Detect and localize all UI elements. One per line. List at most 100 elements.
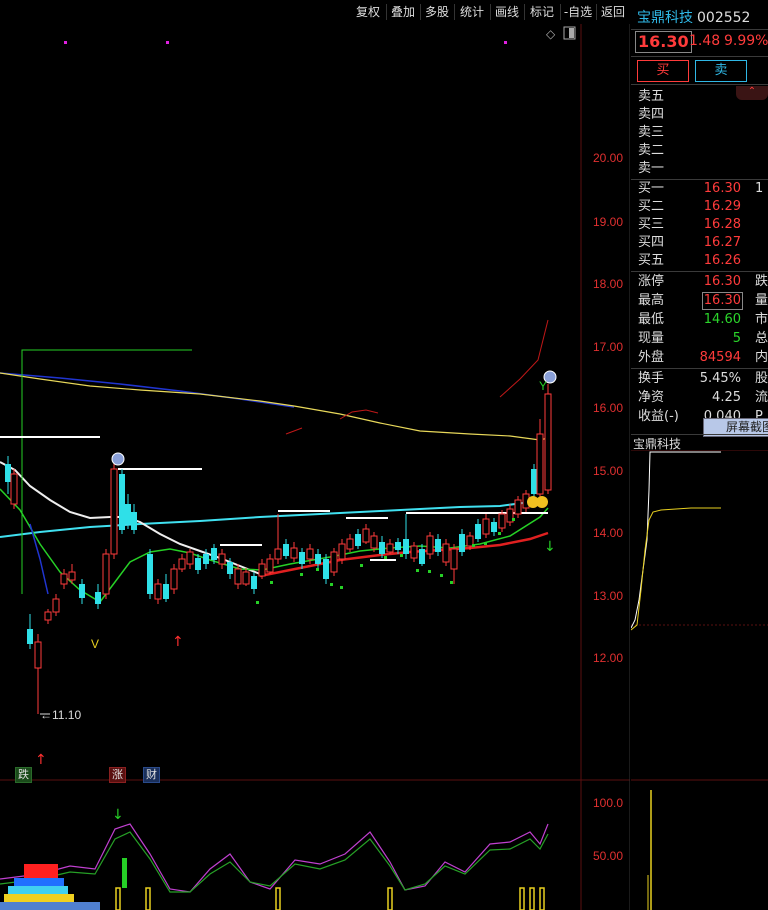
candle-body [195,558,201,570]
stock-name: 宝鼎科技 [637,10,693,26]
candle-body [482,518,490,535]
candle-body [442,543,450,563]
sell-level-label: 卖三 [638,125,665,140]
price-change-pct: 9.99% [724,33,768,49]
candle-body [68,571,76,581]
mark-button[interactable]: 标记 [524,2,560,22]
candle-body [315,554,321,564]
candle-body [178,558,186,570]
multi-stock-button[interactable]: 多股 [420,2,454,22]
indicator-subchart [0,823,549,910]
intraday-mini-chart[interactable] [631,450,768,910]
candle-body [475,524,481,539]
price-tick: 14.00 [593,526,624,540]
stat-row: 换手 5.45% 股 [638,371,768,386]
candle-body [459,534,465,552]
sell-button[interactable]: 卖 [695,60,747,82]
candle-body [10,473,18,505]
buy-level-row: 买二 16.29 [638,199,741,214]
down-arrow-icon: ↓ [112,807,124,823]
low-price-marker: ←11.10 [40,708,81,722]
candle-body [44,611,52,621]
candle-body [491,522,497,532]
fuquan-button[interactable]: 复权 [350,2,386,22]
buy-level-row: 买三 16.28 [638,217,741,232]
chart-toolbar: 复权 叠加 多股 统计 画线 标记 -自选 返回 [0,0,630,24]
candle-body [498,513,506,529]
indicator-tick: 100.0 [593,796,624,810]
candle-body [274,548,282,560]
price-change: 1.48 [689,33,721,49]
candle-body [186,551,194,565]
candle-body [147,554,153,594]
ma-line-yellow [0,372,549,441]
buy-button[interactable]: 买 [637,60,689,82]
candle-body [163,584,169,599]
sell-level-label: 卖五 [638,89,665,104]
remove-watchlist-button[interactable]: -自选 [560,2,596,22]
candle-body [514,499,522,515]
candle-body [395,542,401,550]
candle-body [386,543,394,553]
price-tick: 20.00 [593,151,624,165]
sell-level-label: 卖二 [638,143,665,158]
candle-body [258,563,266,577]
candle-body [362,528,370,543]
candle-body [290,547,298,559]
up-arrow-icon: ↑ [35,752,47,768]
buy-level-row: 买五 16.26 [638,253,741,268]
signal-dot [64,41,67,44]
stat-row: 最低 14.60 市 [638,312,768,327]
candle-body [131,512,137,530]
signal-dot [166,41,169,44]
candle-body [227,562,233,574]
candle-body [52,598,60,613]
price-tick: 16.00 [593,401,624,415]
candle-body [34,641,42,669]
ma-line-cyan [0,497,546,538]
candle-body [251,576,257,589]
stock-code: 002552 [697,10,751,26]
candle-body [306,548,314,560]
candle-body [426,535,434,555]
quote-panel: 宝鼎科技 002552 16.30 1.48 9.99% 买 卖 ⌃ 卖五 卖四 … [631,0,768,910]
candle-body [95,592,101,604]
candle-body [60,573,68,585]
diamond-icon: ◇ [546,27,556,41]
candle-body [125,504,131,524]
draw-line-button[interactable]: 画线 [490,2,524,22]
back-button[interactable]: 返回 [596,2,630,22]
badge-zhang[interactable]: 涨 [109,767,126,783]
stat-row: 净资 4.25 流 [638,390,768,405]
candle-body [450,548,458,570]
down-arrow-icon: ↓ [544,539,556,555]
candle-body [234,568,242,585]
candle-body [242,571,250,585]
candle-body [531,469,537,494]
indicator-tick: 50.00 [593,849,624,863]
statistics-button[interactable]: 统计 [454,2,490,22]
candle-body [79,584,85,598]
stat-row: 外盘 84594 内 [638,350,768,365]
candle-body [323,559,329,579]
badge-cai[interactable]: 财 [143,767,160,783]
signal-dot [504,41,507,44]
candle-body [379,542,385,554]
kline-chart[interactable]: ◇ ↑ ↑ ↓ ↓ V Y ←11.10 [0,24,630,910]
candle-body [536,433,544,495]
badge-die[interactable]: 跌 [15,767,32,783]
candle-body [170,568,178,590]
candle-body [27,629,33,644]
candle-body [110,468,118,555]
price-tick: 18.00 [593,277,624,291]
price-tick: 13.00 [593,589,624,603]
candle-body [410,545,418,559]
buy-level-row: 买四 16.27 [638,235,741,250]
price-tick: 17.00 [593,340,624,354]
y-marker: Y [539,379,547,393]
candle-body [355,534,361,546]
candle-body [435,539,441,552]
sell-level-label: 卖一 [638,161,665,176]
overlay-button[interactable]: 叠加 [386,2,420,22]
current-price: 16.30 [635,31,692,53]
